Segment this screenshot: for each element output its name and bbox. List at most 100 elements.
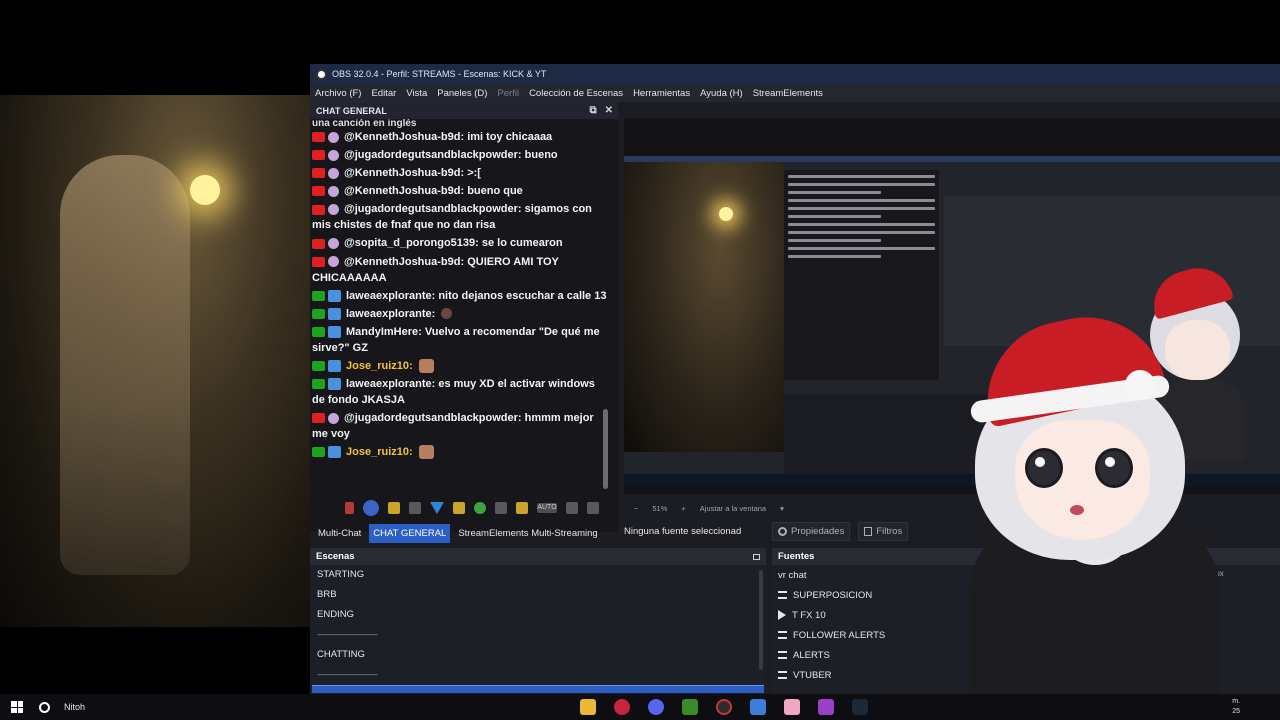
zoom-in-icon[interactable]: + (681, 504, 685, 513)
nested-lamp (719, 207, 733, 221)
chevron-down-icon[interactable]: ▾ (780, 504, 784, 513)
chat-badges (312, 201, 342, 217)
streamlabs-icon[interactable] (750, 699, 766, 715)
kick-icon[interactable] (474, 502, 486, 514)
discord-icon[interactable] (648, 699, 664, 715)
tray-top: m. (1232, 698, 1240, 705)
menu-streamelements[interactable]: StreamElements (753, 88, 823, 99)
minecraft-icon[interactable] (682, 699, 698, 715)
chevron-down-icon[interactable] (587, 502, 599, 514)
video-lamp (190, 175, 220, 205)
chat-badges (312, 288, 344, 304)
window-titlebar[interactable]: OBS 32.0.4 - Perfil: STREAMS - Escenas: … (310, 64, 1280, 84)
close-dock-icon[interactable]: ✕ (605, 105, 613, 116)
system-tray-clock[interactable]: m. 25 (1232, 697, 1240, 717)
file-explorer-icon[interactable] (580, 699, 596, 715)
background-video (0, 95, 312, 627)
avatar-icon (328, 238, 339, 250)
youtube-icon (312, 132, 325, 143)
chat-badges (312, 183, 342, 199)
play-icon (778, 610, 786, 620)
scene-item[interactable]: ENDING (310, 605, 766, 625)
avatar-eye (1025, 448, 1063, 488)
chat-username[interactable]: @jugadordegutsandblackpowder: (344, 149, 522, 161)
broom-icon[interactable] (516, 502, 528, 514)
scenes-scrollbar[interactable] (759, 570, 763, 670)
chat-username[interactable]: @KennethJoshua-b9d: (344, 256, 464, 268)
source-label: VTUBER (793, 669, 832, 681)
chat-text: nito dejanos escuchar a calle 13 (438, 289, 607, 302)
menu-ayuda[interactable]: Ayuda (H) (700, 88, 743, 99)
chat-message: Jose_ruiz10: (310, 443, 610, 461)
auto-button[interactable]: AUTO (537, 503, 557, 513)
scene-item[interactable]: ------------------------------------ (310, 625, 766, 645)
scene-item[interactable]: CHATTING (310, 645, 766, 665)
chat-username[interactable]: @jugadordegutsandblackpowder: (344, 412, 522, 424)
volume-icon[interactable] (566, 502, 578, 514)
filters-button[interactable]: Filtros (858, 521, 909, 541)
nested-chat-line (788, 191, 881, 194)
chat-username[interactable]: Jose_ruiz10: (346, 360, 413, 372)
vtube-studio-icon[interactable] (784, 699, 800, 715)
avatar-icon (328, 204, 339, 216)
tab-chat-general[interactable]: CHAT GENERAL (369, 523, 451, 543)
windows-start-icon[interactable] (11, 701, 23, 713)
menu-paneles[interactable]: Paneles (D) (437, 88, 487, 99)
menu-coleccion-escenas[interactable]: Colección de Escenas (529, 88, 623, 99)
tab-multi-chat[interactable]: Multi-Chat (314, 524, 365, 543)
chat-username[interactable]: @jugadordegutsandblackpowder: (344, 203, 522, 215)
settings-icon[interactable] (495, 502, 507, 514)
fit-dropdown[interactable]: Ajustar a la ventana (700, 504, 766, 513)
chat-username[interactable]: @sopita_d_porongo5139: (344, 237, 479, 249)
emoji-icon[interactable] (453, 502, 465, 514)
chat-username[interactable]: @KennethJoshua-b9d: (344, 185, 464, 197)
tray-bottom: 25 (1232, 708, 1240, 715)
chat-text: imi toy chicaaaa (467, 131, 553, 143)
dock-float-icon[interactable] (753, 553, 760, 560)
float-dock-icon[interactable]: ⧉ (589, 105, 596, 116)
obs-icon[interactable] (716, 699, 732, 715)
chat-badges (312, 410, 342, 426)
chat-dock-header: CHAT GENERAL ⧉ ✕ (310, 102, 618, 119)
search-icon[interactable] (39, 701, 50, 713)
properties-button[interactable]: Propiedades (772, 521, 851, 541)
scene-item[interactable]: ------------------------------------ (310, 665, 766, 685)
menu-herramientas[interactable]: Herramientas (633, 88, 690, 99)
taskbar-apps (580, 699, 868, 715)
bell-icon[interactable] (388, 502, 400, 514)
chat-username[interactable]: laweaexplorante: (346, 378, 435, 390)
chat-messages: una canción en inglés @KennethJoshua-b9d… (310, 119, 610, 489)
steam-icon[interactable] (852, 699, 868, 715)
opera-icon[interactable] (614, 699, 630, 715)
chat-username[interactable]: laweaexplorante: (346, 290, 435, 302)
menu-editar[interactable]: Editar (371, 88, 396, 99)
chat-username[interactable]: @KennethJoshua-b9d: (344, 131, 464, 143)
chat-username[interactable]: MandyImHere: (346, 326, 422, 338)
pause-icon[interactable] (345, 502, 354, 514)
menu-perfil[interactable]: Perfil (497, 88, 519, 99)
menu-vista[interactable]: Vista (406, 88, 427, 99)
tab-streamelements-multistreaming[interactable]: StreamElements Multi-Streaming (454, 524, 601, 543)
chat-username[interactable]: Jose_ruiz10: (346, 446, 413, 458)
badge-icon (328, 289, 341, 302)
chat-username[interactable]: @KennethJoshua-b9d: (344, 167, 464, 179)
list-icon (778, 591, 787, 599)
chat-badges (312, 376, 344, 392)
zoom-out-icon[interactable]: − (634, 504, 638, 513)
menu-archivo[interactable]: Archivo (F) (315, 88, 361, 99)
chat-username[interactable]: laweaexplorante: (346, 308, 435, 320)
add-icon[interactable] (409, 502, 421, 514)
badge-icon (328, 378, 341, 391)
filter-icon[interactable] (430, 502, 444, 514)
scene-item[interactable]: STARTING (310, 565, 766, 585)
app-icon[interactable] (818, 699, 834, 715)
no-source-label: Ninguna fuente seleccionad (624, 525, 742, 537)
chat-bot-icon[interactable] (363, 500, 379, 516)
chat-badges (312, 324, 344, 340)
chat-scrollbar[interactable] (603, 409, 608, 489)
chat-badges (312, 129, 342, 145)
chat-message: @KennethJoshua-b9d: bueno que (310, 182, 610, 200)
scene-item[interactable]: BRB (310, 585, 766, 605)
scene-item-selected[interactable] (312, 685, 764, 693)
badge-icon (328, 360, 341, 373)
